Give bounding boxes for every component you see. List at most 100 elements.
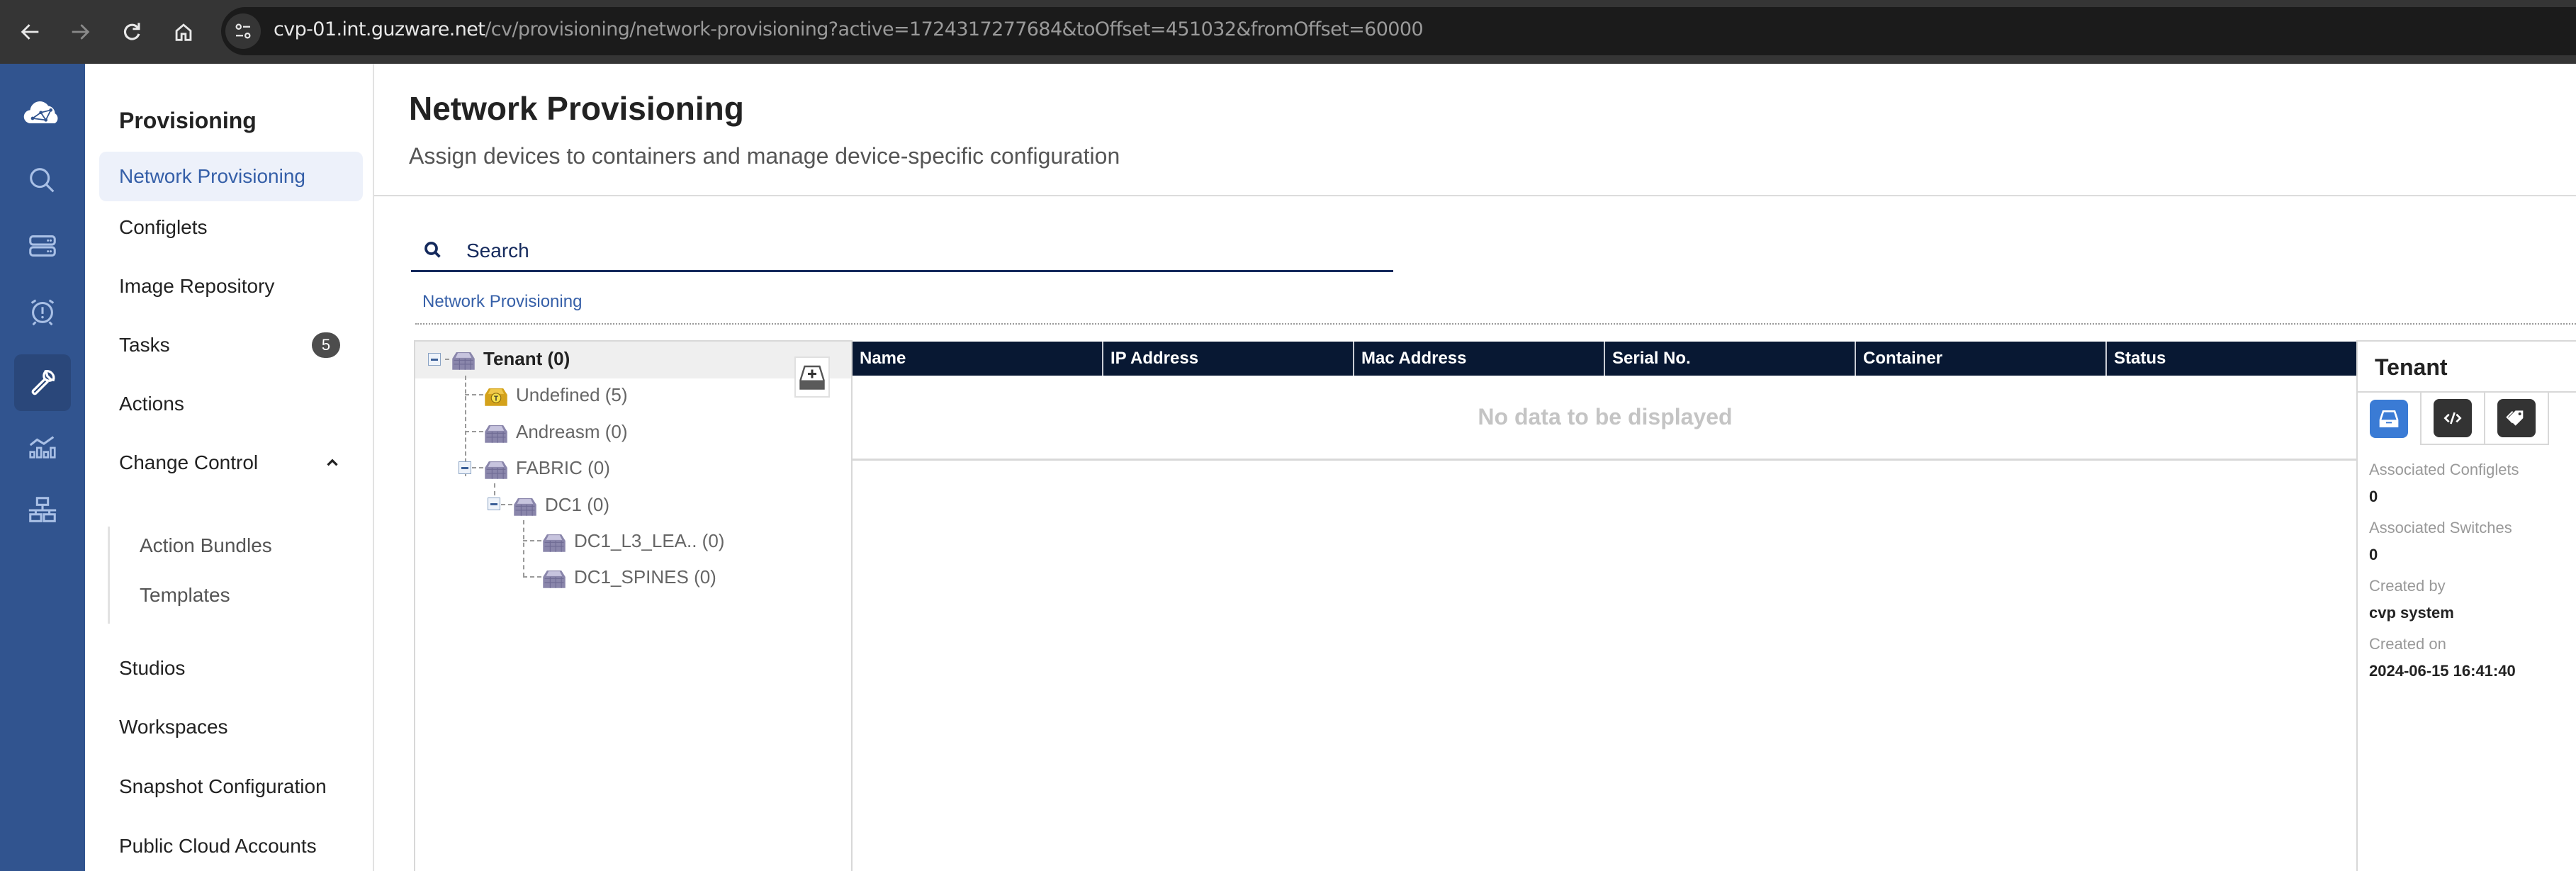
column-header-status[interactable]: Status: [2107, 342, 2358, 376]
sidebar-item-workspaces[interactable]: Workspaces: [99, 702, 363, 752]
container-info-panel: Tenant Associated Configlets 0 Associate…: [2356, 340, 2576, 871]
rail-item-provisioning[interactable]: [14, 354, 71, 411]
tree-node-label: Tenant (0): [483, 347, 570, 369]
table-empty-message: No data to be displayed: [853, 376, 2358, 461]
sidebar-item-snapshot-configuration[interactable]: Snapshot Configuration: [99, 762, 363, 811]
url-text: cvp-01.int.guzware.net/cv/provisioning/n…: [274, 18, 1424, 40]
container-icon: [543, 534, 566, 552]
add-container-button[interactable]: [794, 356, 830, 398]
chevron-up-icon[interactable]: [323, 454, 342, 472]
collapse-toggle-tenant[interactable]: [428, 353, 441, 366]
search-icon: [424, 242, 441, 258]
undefined-container-icon: T: [485, 388, 507, 406]
container-icon: [452, 352, 475, 370]
search-input[interactable]: [466, 237, 1380, 265]
address-bar[interactable]: cvp-01.int.guzware.net/cv/provisioning/n…: [221, 7, 2576, 55]
info-value-created-on: 2024-06-15 16:41:40: [2369, 662, 2516, 680]
container-info-icon: [2379, 410, 2399, 427]
tree-node-dc1-l3-leafs[interactable]: DC1_L3_LEA.. (0): [541, 527, 724, 555]
collapse-toggle-dc1[interactable]: [488, 498, 500, 510]
reload-button[interactable]: [116, 16, 148, 48]
tree-connector: [465, 431, 483, 432]
column-header-container[interactable]: Container: [1856, 342, 2107, 376]
home-icon: [175, 23, 192, 41]
svg-text:T: T: [494, 395, 499, 403]
search-field[interactable]: [411, 232, 1393, 272]
tree-connector: [472, 467, 483, 468]
tree-node-label: FABRIC (0): [516, 456, 610, 478]
sidebar-title: Provisioning: [119, 108, 257, 133]
sidebar-item-label: Configlets: [119, 216, 208, 238]
sidebar-item-change-control[interactable]: Change Control: [99, 438, 363, 488]
tree-node-tenant[interactable]: Tenant (0): [451, 344, 570, 373]
sidebar-item-tasks[interactable]: Tasks 5: [99, 320, 363, 370]
sidebar-item-label: Image Repository: [119, 275, 275, 297]
info-value-associated-configlets: 0: [2369, 488, 2378, 505]
sidebar-item-templates[interactable]: Templates: [140, 584, 230, 607]
topology-icon: [28, 497, 57, 522]
sidebar-item-actions[interactable]: Actions: [99, 379, 363, 429]
info-label-created-by: Created by: [2369, 577, 2446, 595]
collapse-toggle-fabric[interactable]: [459, 461, 471, 474]
sidebar-item-label: Tasks: [119, 334, 170, 356]
tree-connector: [465, 394, 483, 395]
rail-item-events[interactable]: [14, 290, 71, 332]
info-value-created-by: cvp system: [2369, 604, 2454, 622]
tree-node-label: DC1_L3_LEA.. (0): [574, 529, 725, 551]
main-content: Network Provisioning Assign devices to c…: [374, 64, 2576, 871]
breadcrumb-network-provisioning[interactable]: Network Provisioning: [422, 292, 582, 312]
sidebar-item-network-provisioning[interactable]: Network Provisioning: [99, 152, 363, 201]
column-header-name[interactable]: Name: [853, 342, 1103, 376]
info-tab-tags[interactable]: [2485, 393, 2549, 445]
tree-node-fabric[interactable]: FABRIC (0): [483, 454, 610, 482]
tree-node-andreasm[interactable]: Andreasm (0): [483, 417, 628, 446]
back-button[interactable]: [14, 16, 47, 48]
wrench-icon: [31, 370, 55, 395]
info-label-associated-switches: Associated Switches: [2369, 519, 2512, 536]
tree-node-label: Undefined (5): [516, 383, 628, 405]
rail-item-devices[interactable]: [14, 225, 71, 267]
arrow-left-icon: [21, 24, 39, 40]
sidebar-item-action-bundles[interactable]: Action Bundles: [140, 534, 272, 557]
info-tab-configlets[interactable]: [2422, 393, 2485, 445]
rail-item-topology[interactable]: [14, 489, 71, 532]
sidebar-item-configlets[interactable]: Configlets: [99, 203, 363, 252]
devices-table: Name IP Address Mac Address Serial No. C…: [851, 340, 2358, 871]
sidebar-item-public-cloud-accounts[interactable]: Public Cloud Accounts: [99, 821, 363, 871]
info-panel-tabs: [2358, 391, 2576, 445]
tasks-count-badge: 5: [312, 332, 340, 358]
header-divider: [374, 195, 2576, 196]
column-header-serial-no[interactable]: Serial No.: [1605, 342, 1856, 376]
browser-toolbar: cvp-01.int.guzware.net/cv/provisioning/n…: [0, 0, 2576, 64]
sidebar-item-image-repository[interactable]: Image Repository: [99, 262, 363, 311]
rail-item-search[interactable]: [14, 159, 71, 202]
alarm-clock-icon: [30, 299, 55, 326]
sidebar-item-studios[interactable]: Studios: [99, 644, 363, 693]
sidebar-item-label: Studios: [119, 657, 186, 679]
container-tree: Tenant (0) T Undefined (5) Andreasm (0) …: [414, 340, 851, 871]
reload-icon: [123, 23, 140, 40]
forward-button[interactable]: [64, 16, 96, 48]
app-nav-rail: [0, 64, 85, 871]
container-icon: [543, 571, 566, 588]
info-label-created-on: Created on: [2369, 635, 2446, 653]
tree-connector: [501, 504, 512, 505]
home-button[interactable]: [167, 16, 200, 48]
cloudvision-logo[interactable]: [14, 92, 71, 135]
info-panel-title: Tenant: [2375, 354, 2448, 380]
code-icon: [2443, 412, 2462, 425]
search-icon: [30, 168, 55, 193]
container-icon: [514, 498, 536, 516]
info-tab-details[interactable]: [2358, 393, 2422, 445]
tree-node-dc1-spines[interactable]: DC1_SPINES (0): [541, 563, 716, 591]
site-info-button[interactable]: [225, 13, 261, 49]
column-header-mac-address[interactable]: Mac Address: [1354, 342, 1605, 376]
tree-connector: [523, 576, 541, 578]
sidebar-item-label: Snapshot Configuration: [119, 775, 327, 797]
tree-connector: [523, 540, 541, 541]
tree-node-undefined[interactable]: T Undefined (5): [483, 381, 628, 409]
url-path: /cv/provisioning/network-provisioning?ac…: [485, 18, 1424, 40]
tree-node-dc1[interactable]: DC1 (0): [512, 490, 609, 519]
rail-item-dashboards[interactable]: [14, 425, 71, 468]
column-header-ip-address[interactable]: IP Address: [1103, 342, 1354, 376]
